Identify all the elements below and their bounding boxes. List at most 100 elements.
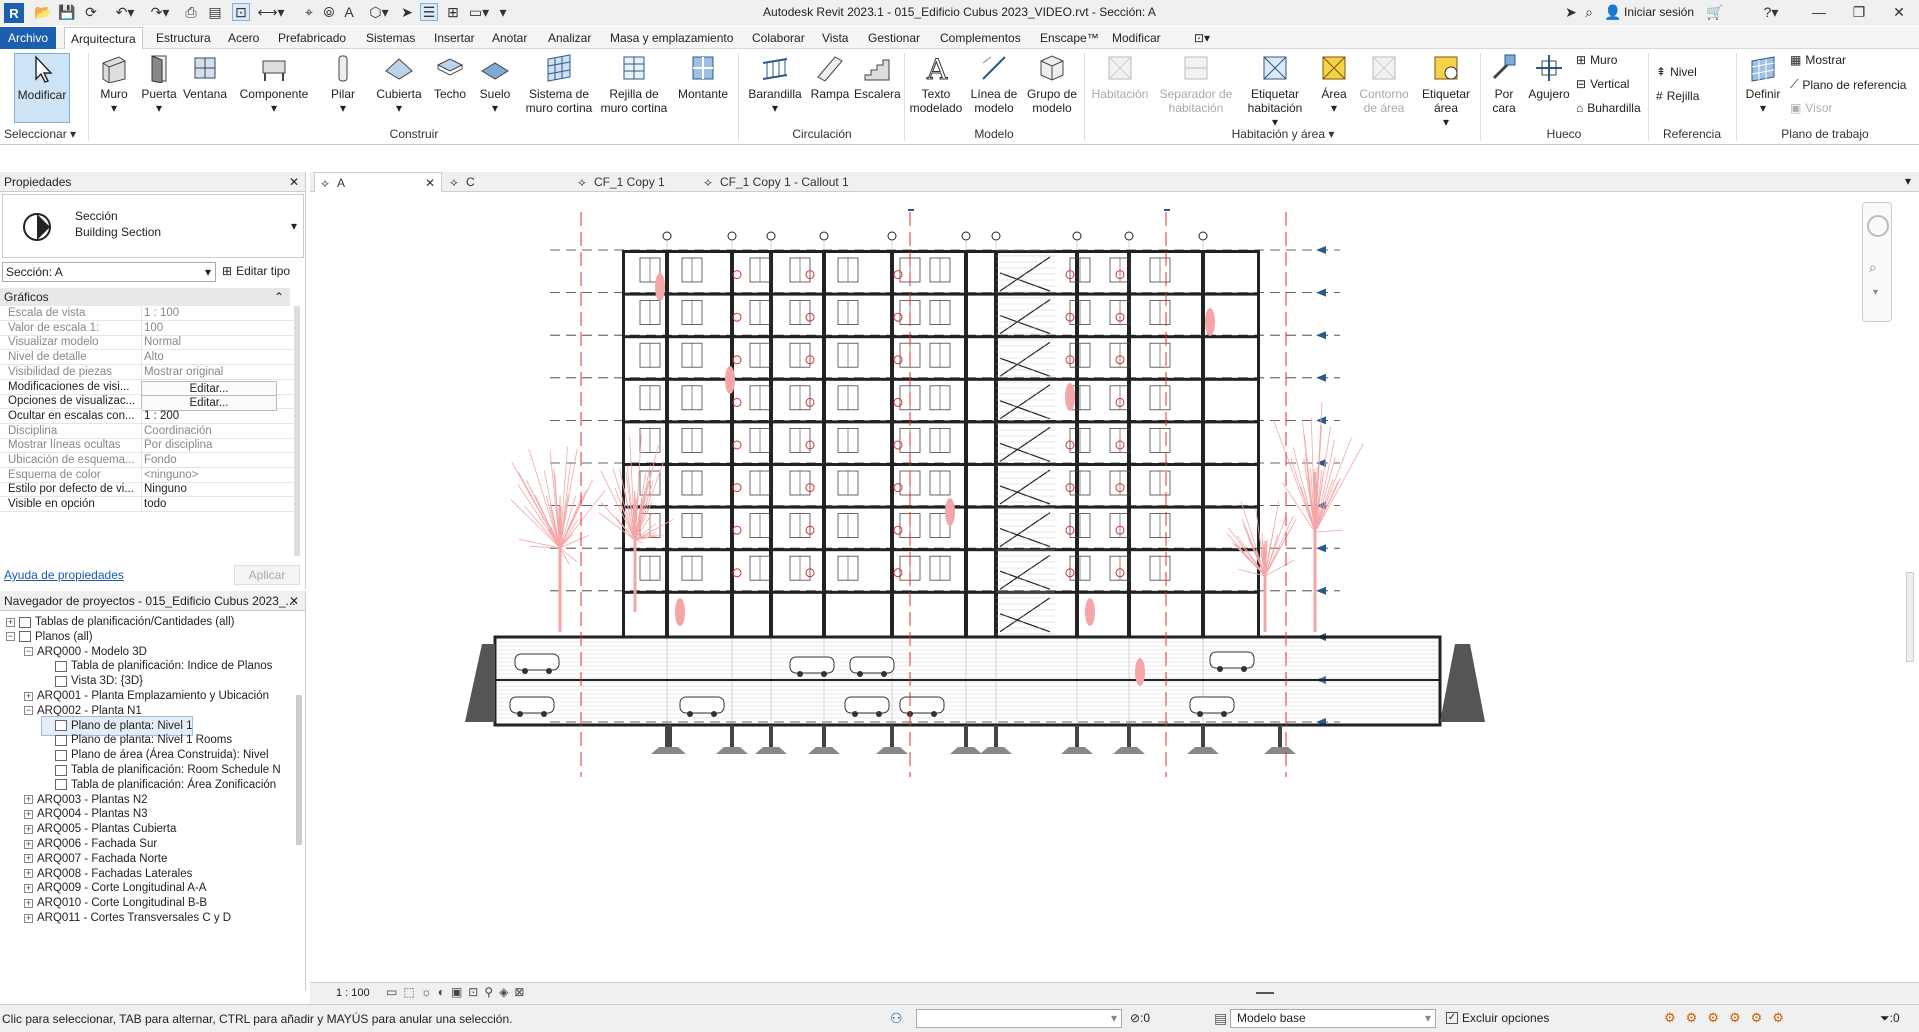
ribbon-toggle-icon[interactable]: ⊡▾ <box>1188 27 1216 49</box>
visual-style-icon[interactable]: ⬚ <box>403 985 420 999</box>
filter-count[interactable]: ⏷:0 <box>1880 1011 1900 1026</box>
group-select[interactable]: Seleccionar ▾ <box>4 127 84 141</box>
close-properties-icon[interactable]: ✕ <box>289 172 299 192</box>
expand-icon[interactable]: + <box>24 840 33 849</box>
drag-select-icon[interactable]: ⚙ <box>1751 1010 1773 1025</box>
tabs-dropdown-icon[interactable]: ▾ <box>1905 174 1911 188</box>
tab-sistemas[interactable]: Sistemas <box>360 27 421 49</box>
search-arrow-icon[interactable]: ➤ <box>1562 3 1580 21</box>
model-line-button[interactable]: Línea de modelo <box>966 53 1022 115</box>
tab-modificar[interactable]: Modificar <box>1106 27 1167 49</box>
user-icon[interactable]: 👤 <box>1604 3 1622 21</box>
property-row[interactable]: Modificaciones de visi... Editar... <box>0 380 300 395</box>
tab-archivo[interactable]: Archivo <box>0 27 56 49</box>
close-icon[interactable]: ✕ <box>1890 3 1908 21</box>
category-graphics[interactable]: Gráficos ⌃ <box>0 288 290 306</box>
property-row[interactable]: Ocultar en escalas con... 1 : 200 <box>0 409 300 424</box>
nav-dropdown-icon[interactable]: ▾ <box>1873 287 1878 298</box>
area-boundary-button[interactable]: Contorno de área <box>1356 53 1412 115</box>
worksets-icon[interactable]: ⚇ <box>890 1010 903 1027</box>
expand-icon[interactable]: + <box>24 914 33 923</box>
detail-level-icon[interactable]: ▭ <box>386 985 403 999</box>
tab-analizar[interactable]: Analizar <box>542 27 597 49</box>
tab-prefabricado[interactable]: Prefabricado <box>272 27 352 49</box>
curtain-grid-button[interactable]: Rejilla de muro cortina <box>598 53 670 115</box>
ceiling-button[interactable]: Techo <box>430 53 470 101</box>
tab-masa[interactable]: Masa y emplazamiento <box>604 27 739 49</box>
expand-icon[interactable]: + <box>24 825 33 834</box>
tag-room-button[interactable]: Etiquetar habitación ▾ <box>1240 53 1310 129</box>
show-crop-icon[interactable]: ⊡ <box>468 985 484 999</box>
ref-plane-button[interactable]: ⟋ Plano de referencia <box>1790 77 1906 92</box>
property-row[interactable]: Opciones de visualizac... Editar... <box>0 394 300 409</box>
workset-dropdown[interactable]: ▾ <box>916 1009 1122 1028</box>
show-workplane-button[interactable]: ▦ Mostrar <box>1790 53 1846 67</box>
by-face-button[interactable]: Por cara <box>1484 53 1524 115</box>
properties-scrollbar[interactable] <box>294 306 300 556</box>
view-scale[interactable]: 1 : 100 <box>336 987 370 999</box>
tab-arquitectura[interactable]: Arquitectura <box>64 27 143 49</box>
property-row[interactable]: Nivel de detalle Alto <box>0 350 300 365</box>
binoculars-icon[interactable]: ⌕ <box>1580 3 1598 21</box>
expand-icon[interactable]: + <box>6 618 15 627</box>
component-button[interactable]: Componente ▾ <box>236 53 312 115</box>
model-group-button[interactable]: Grupo de modelo <box>1024 53 1080 115</box>
apply-button[interactable]: Aplicar <box>234 565 300 585</box>
selection-count[interactable]: ⊘:0 <box>1130 1011 1150 1025</box>
expand-icon[interactable]: + <box>24 795 33 804</box>
canvas-scrollbar[interactable] <box>1906 572 1914 662</box>
property-row[interactable]: Escala de vista 1 : 100 <box>0 306 300 321</box>
tab-insertar[interactable]: Insertar <box>428 27 481 49</box>
property-row[interactable]: Esquema de color <ninguno> <box>0 468 300 483</box>
mullion-button[interactable]: Montante <box>672 53 734 101</box>
edit-type-button[interactable]: ⊞ Editar tipo <box>222 264 290 278</box>
view-tab-c[interactable]: ⟡ C <box>444 172 564 192</box>
close-tab-icon[interactable]: ✕ <box>425 173 435 193</box>
stair-button[interactable]: Escalera <box>854 53 900 101</box>
level-button[interactable]: ⇞ Nivel <box>1656 65 1697 79</box>
tab-gestionar[interactable]: Gestionar <box>862 27 926 49</box>
ramp-button[interactable]: Rampa <box>810 53 850 101</box>
opening-vertical-button[interactable]: ⊟ Vertical <box>1576 77 1629 91</box>
roof-button[interactable]: Cubierta ▾ <box>372 53 426 115</box>
close-browser-icon[interactable]: ✕ <box>289 591 299 611</box>
property-row[interactable]: Mostrar líneas ocultas Por disciplina <box>0 438 300 453</box>
door-button[interactable]: Puerta ▾ <box>140 53 178 115</box>
browser-scrollbar[interactable] <box>296 695 302 845</box>
minimize-icon[interactable]: — <box>1810 3 1828 21</box>
reveal-hidden-icon[interactable]: ⊠ <box>514 985 530 999</box>
help-icon[interactable]: ?▾ <box>1756 3 1786 21</box>
select-underlay-icon[interactable]: ⚙ <box>1686 1010 1708 1025</box>
group-room-area[interactable]: Habitación y área ▾ <box>1088 127 1478 141</box>
crop-view-icon[interactable]: ▣ <box>451 985 468 999</box>
tag-area-button[interactable]: Etiquetar área ▾ <box>1414 53 1478 129</box>
view-tab-callout[interactable]: ⟡ CF_1 Copy 1 - Callout 1 <box>698 172 898 192</box>
railing-button[interactable]: Barandilla ▾ <box>744 53 806 115</box>
select-pinned-icon[interactable]: ⚙ <box>1707 1010 1729 1025</box>
opening-wall-button[interactable]: ⊞ Muro <box>1576 53 1617 67</box>
property-row[interactable]: Estilo por defecto de vi... Ninguno <box>0 482 300 497</box>
browser-item[interactable]: + ARQ011 - Cortes Transversales C y D <box>24 909 231 927</box>
signin-link[interactable]: Iniciar sesión <box>1624 5 1694 19</box>
property-row[interactable]: Visualizar modelo Normal <box>0 335 300 350</box>
zoom-icon[interactable]: ⌕ <box>1869 259 1877 276</box>
room-separator-button[interactable]: Separador de habitación <box>1154 53 1238 115</box>
collapse-icon[interactable]: − <box>24 647 33 656</box>
curtain-system-button[interactable]: Sistema de muro cortina <box>524 53 594 115</box>
expand-icon[interactable]: + <box>24 692 33 701</box>
expand-icon[interactable]: + <box>24 884 33 893</box>
modify-button[interactable]: Modificar <box>14 53 70 123</box>
temp-hide-icon[interactable]: ◈ <box>499 985 514 999</box>
tab-complementos[interactable]: Complementos <box>934 27 1027 49</box>
tab-vista[interactable]: Vista <box>816 27 854 49</box>
property-row[interactable]: Ubicación de esquema... Fondo <box>0 453 300 468</box>
maximize-icon[interactable]: ❐ <box>1850 3 1868 21</box>
view-tab-a[interactable]: ⟡ A ✕ <box>314 172 442 192</box>
exclude-options-checkbox[interactable]: ✓ Excluir opciones <box>1446 1011 1549 1025</box>
view-tab-cf1[interactable]: ⟡ CF_1 Copy 1 <box>572 172 692 192</box>
grid-button[interactable]: # Rejilla <box>1656 89 1699 103</box>
shaft-button[interactable]: Agujero <box>1526 53 1572 101</box>
area-button[interactable]: Área ▾ <box>1314 53 1354 115</box>
dormer-button[interactable]: ⌂ Buhardilla <box>1576 101 1641 115</box>
window-button[interactable]: Ventana <box>182 53 228 101</box>
